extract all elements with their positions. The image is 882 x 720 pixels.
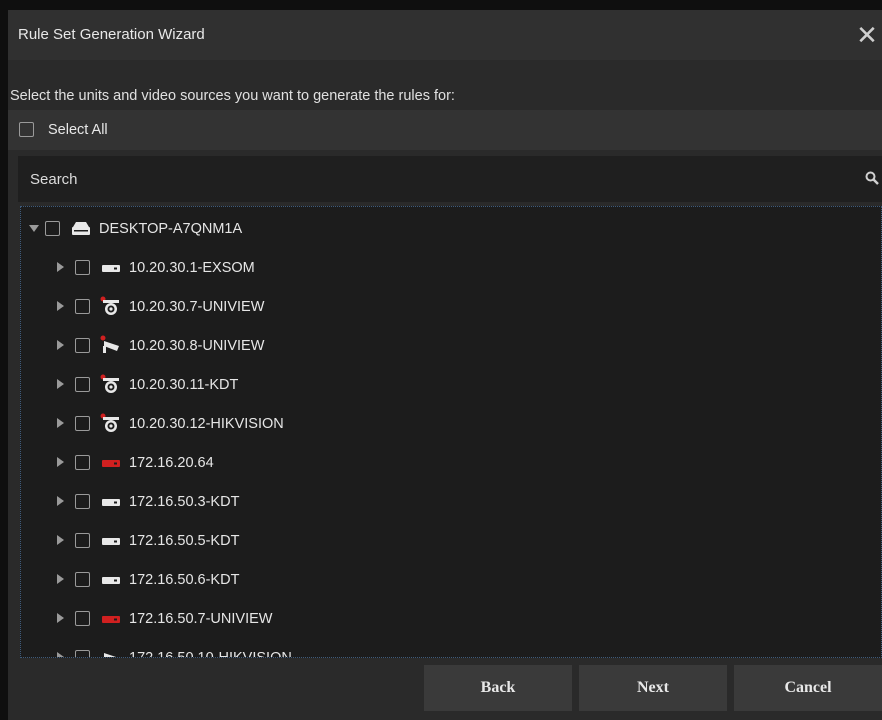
tree-row[interactable]: 10.20.30.11-KDT bbox=[21, 371, 881, 401]
tree-item-checkbox[interactable] bbox=[75, 611, 90, 626]
encoder-unit-icon bbox=[100, 491, 122, 511]
cancel-button[interactable]: Cancel bbox=[734, 665, 882, 711]
expand-arrow-icon[interactable] bbox=[57, 379, 64, 389]
expand-arrow-icon[interactable] bbox=[57, 457, 64, 467]
rule-set-wizard-dialog: Rule Set Generation Wizard ✕ Select the … bbox=[8, 10, 882, 720]
tree-item-label: 172.16.50.6-KDT bbox=[129, 572, 240, 588]
tree-row[interactable]: 10.20.30.7-UNIVIEW bbox=[21, 293, 881, 323]
tree-item-checkbox[interactable] bbox=[75, 299, 90, 314]
encoder-unit-icon bbox=[100, 569, 122, 589]
tree-row[interactable]: 172.16.50.6-KDT bbox=[21, 566, 881, 596]
search-input[interactable] bbox=[30, 156, 850, 202]
tree-item-label: 10.20.30.7-UNIVIEW bbox=[129, 299, 265, 315]
title-bar: Rule Set Generation Wizard ✕ bbox=[8, 10, 882, 60]
encoder-unit-icon bbox=[100, 530, 122, 550]
expand-arrow-icon[interactable] bbox=[57, 418, 64, 428]
dome-camera-icon bbox=[100, 374, 122, 394]
tree-item-checkbox[interactable] bbox=[75, 572, 90, 587]
server-icon bbox=[70, 218, 92, 238]
tree-root-row[interactable]: DESKTOP-A7QNM1A bbox=[21, 215, 881, 245]
tree-item-label: 172.16.50.7-UNIVIEW bbox=[129, 611, 273, 627]
tree-row[interactable]: 172.16.20.64 bbox=[21, 449, 881, 479]
expand-arrow-icon[interactable] bbox=[57, 301, 64, 311]
tree-item-label: DESKTOP-A7QNM1A bbox=[99, 221, 243, 237]
search-box bbox=[18, 156, 882, 202]
tree-item-label: 172.16.50.10-HIKVISION bbox=[129, 650, 292, 658]
encoder-unit-icon bbox=[100, 452, 122, 472]
close-icon[interactable]: ✕ bbox=[852, 18, 882, 52]
tree-item-label: 172.16.50.5-KDT bbox=[129, 533, 240, 549]
tree-item-checkbox[interactable] bbox=[75, 377, 90, 392]
tree-item-checkbox[interactable] bbox=[75, 494, 90, 509]
encoder-unit-icon bbox=[100, 257, 122, 277]
tree-item-label: 10.20.30.11-KDT bbox=[129, 377, 239, 393]
tree-item-label: 10.20.30.1-EXSOM bbox=[129, 260, 255, 276]
tree-row[interactable]: 172.16.50.5-KDT bbox=[21, 527, 881, 557]
tree-item-checkbox[interactable] bbox=[75, 338, 90, 353]
tree-item-label: 10.20.30.8-UNIVIEW bbox=[129, 338, 265, 354]
back-button[interactable]: Back bbox=[424, 665, 572, 711]
select-all-checkbox[interactable] bbox=[19, 122, 34, 137]
tree-row[interactable]: 172.16.50.7-UNIVIEW bbox=[21, 605, 881, 635]
bullet-camera-icon bbox=[100, 335, 122, 355]
tree-item-label: 172.16.20.64 bbox=[129, 455, 214, 471]
search-icon[interactable] bbox=[864, 170, 882, 188]
tree-item-checkbox[interactable] bbox=[75, 260, 90, 275]
expand-arrow-icon[interactable] bbox=[57, 574, 64, 584]
dome-camera-icon bbox=[100, 413, 122, 433]
expand-arrow-icon[interactable] bbox=[57, 613, 64, 623]
bullet-camera-icon bbox=[100, 647, 122, 657]
tree-item-checkbox[interactable] bbox=[75, 455, 90, 470]
tree-row[interactable]: 10.20.30.8-UNIVIEW bbox=[21, 332, 881, 362]
expand-arrow-icon[interactable] bbox=[57, 262, 64, 272]
tree-item-checkbox[interactable] bbox=[45, 221, 60, 236]
tree-item-checkbox[interactable] bbox=[75, 533, 90, 548]
tree-row[interactable]: 172.16.50.10-HIKVISION bbox=[21, 644, 881, 658]
dome-camera-icon bbox=[100, 296, 122, 316]
tree-row[interactable]: 172.16.50.3-KDT bbox=[21, 488, 881, 518]
tree-item-checkbox[interactable] bbox=[75, 650, 90, 657]
tree-row[interactable]: 10.20.30.12-HIKVISION bbox=[21, 410, 881, 440]
encoder-unit-icon bbox=[100, 608, 122, 628]
select-all-row[interactable]: Select All bbox=[8, 110, 882, 150]
expand-arrow-icon[interactable] bbox=[57, 340, 64, 350]
tree-item-label: 172.16.50.3-KDT bbox=[129, 494, 240, 510]
tree-item-checkbox[interactable] bbox=[75, 416, 90, 431]
tree-item-label: 10.20.30.12-HIKVISION bbox=[129, 416, 284, 432]
next-button[interactable]: Next bbox=[579, 665, 727, 711]
expand-arrow-icon[interactable] bbox=[57, 652, 64, 657]
collapse-arrow-icon[interactable] bbox=[29, 225, 39, 232]
unit-tree[interactable]: DESKTOP-A7QNM1A 10.20.30.1-EXSOM 10.20.30.… bbox=[20, 206, 882, 658]
dialog-title: Rule Set Generation Wizard bbox=[18, 26, 205, 43]
tree-row[interactable]: 10.20.30.1-EXSOM bbox=[21, 254, 881, 284]
expand-arrow-icon[interactable] bbox=[57, 535, 64, 545]
instructions-text: Select the units and video sources you w… bbox=[10, 88, 455, 104]
expand-arrow-icon[interactable] bbox=[57, 496, 64, 506]
select-all-label: Select All bbox=[48, 122, 108, 138]
